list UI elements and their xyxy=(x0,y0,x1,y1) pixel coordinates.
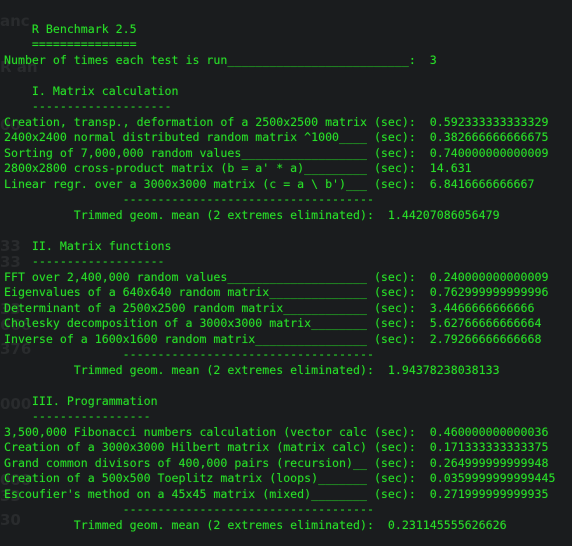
section-2-heading: II. Matrix functions xyxy=(4,238,172,253)
section-3-separator: ------------------------------------ xyxy=(4,502,374,516)
section-2-test-5: Inverse of a 1600x1600 random matrix____… xyxy=(4,331,542,346)
section-3-heading-rule: ----------------- xyxy=(4,409,151,423)
section-1-heading-rule: -------------------- xyxy=(4,99,172,113)
spacer-line xyxy=(4,223,555,239)
section-1-test-5: Linear regr. over a 3000x3000 matrix (c … xyxy=(4,176,535,191)
section-1-heading-rule-line: -------------------- xyxy=(4,99,555,115)
table-row: Creation, transp., deformation of a 2500… xyxy=(4,115,555,131)
section-2-separator: ------------------------------------ xyxy=(4,347,374,361)
section-1-heading: I. Matrix calculation xyxy=(4,83,179,98)
section-2-test-3: Determinant of a 2500x2500 random matrix… xyxy=(4,300,535,315)
spacer-line xyxy=(4,68,555,84)
table-row: FFT over 2,400,000 random values________… xyxy=(4,270,555,286)
section-3-test-3: Grand common divisors of 400,000 pairs (… xyxy=(4,455,549,470)
section-1-test-2: 2400x2400 normal distributed random matr… xyxy=(4,130,549,144)
section-1-trimmed-mean-line: Trimmed geom. mean (2 extremes eliminate… xyxy=(4,208,555,224)
table-row: Inverse of a 1600x1600 random matrix____… xyxy=(4,332,555,348)
table-row: 3,500,000 Fibonacci numbers calculation … xyxy=(4,425,555,441)
table-row: Creation of a 3000x3000 Hilbert matrix (… xyxy=(4,440,555,456)
table-row: Cholesky decomposition of a 3000x3000 ma… xyxy=(4,316,555,332)
section-3-test-4: Creation of a 500x500 Toeplitz matrix (l… xyxy=(4,471,556,485)
section-1-separator: ------------------------------------ xyxy=(4,192,374,206)
console-output: R Benchmark 2.5 =============== Number of… xyxy=(0,0,555,546)
section-1-separator-line: ------------------------------------ xyxy=(4,192,555,208)
runs-line: Number of times each test is run________… xyxy=(4,53,555,69)
section-3-test-1: 3,500,000 Fibonacci numbers calculation … xyxy=(4,424,549,439)
table-row: Eigenvalues of a 640x640 random matrix__… xyxy=(4,285,555,301)
section-3-test-5: Escoufier's method on a 45x45 matrix (mi… xyxy=(4,486,549,501)
section-2-trimmed-mean: Trimmed geom. mean (2 extremes eliminate… xyxy=(4,362,500,377)
section-2-separator-line: ------------------------------------ xyxy=(4,347,555,363)
report-title: R Benchmark 2.5 xyxy=(4,21,137,36)
section-2-test-2: Eigenvalues of a 640x640 random matrix__… xyxy=(4,285,549,299)
report-title-rule-line: =============== xyxy=(4,37,555,53)
section-3-test-2: Creation of a 3000x3000 Hilbert matrix (… xyxy=(4,440,549,454)
section-2-heading-rule: ------------------- xyxy=(4,254,165,268)
table-row: 2800x2800 cross-product matrix (b = a' *… xyxy=(4,161,555,177)
section-2-trimmed-mean-line: Trimmed geom. mean (2 extremes eliminate… xyxy=(4,363,555,379)
section-3-heading: III. Programmation xyxy=(4,393,158,408)
section-3-trimmed-mean: Trimmed geom. mean (2 extremes eliminate… xyxy=(4,517,507,532)
section-3-separator-line: ------------------------------------ xyxy=(4,502,555,518)
table-row: 2400x2400 normal distributed random matr… xyxy=(4,130,555,146)
section-3-heading-rule-line: ----------------- xyxy=(4,409,555,425)
section-2-test-4: Cholesky decomposition of a 3000x3000 ma… xyxy=(4,316,542,330)
report-title-rule: =============== xyxy=(4,37,137,51)
section-3-trimmed-mean-line: Trimmed geom. mean (2 extremes eliminate… xyxy=(4,518,555,534)
table-row: Linear regr. over a 3000x3000 matrix (c … xyxy=(4,177,555,193)
section-1-trimmed-mean: Trimmed geom. mean (2 extremes eliminate… xyxy=(4,207,500,222)
section-2-heading-line: II. Matrix functions xyxy=(4,239,555,255)
section-1-test-4: 2800x2800 cross-product matrix (b = a' *… xyxy=(4,161,472,175)
table-row: Grand common divisors of 400,000 pairs (… xyxy=(4,456,555,472)
report-title-line: R Benchmark 2.5 xyxy=(4,22,555,38)
section-1-heading-line: I. Matrix calculation xyxy=(4,84,555,100)
table-row: Sorting of 7,000,000 random values______… xyxy=(4,146,555,162)
spacer-line xyxy=(4,6,555,22)
table-row: Determinant of a 2500x2500 random matrix… xyxy=(4,301,555,317)
spacer-line xyxy=(4,533,555,546)
spacer-line xyxy=(4,378,555,394)
table-row: Creation of a 500x500 Toeplitz matrix (l… xyxy=(4,471,555,487)
terminal-window[interactable]: anc R an 00 33 33 33 666 376 000 000 33 30 R Benchm… xyxy=(0,0,572,546)
runs-row: Number of times each test is run________… xyxy=(4,52,437,67)
section-1-test-3: Sorting of 7,000,000 random values______… xyxy=(4,145,549,160)
section-2-test-1: FFT over 2,400,000 random values________… xyxy=(4,269,549,284)
section-3-heading-line: III. Programmation xyxy=(4,394,555,410)
table-row: Escoufier's method on a 45x45 matrix (mi… xyxy=(4,487,555,503)
section-2-heading-rule-line: ------------------- xyxy=(4,254,555,270)
section-1-test-1: Creation, transp., deformation of a 2500… xyxy=(4,114,549,129)
